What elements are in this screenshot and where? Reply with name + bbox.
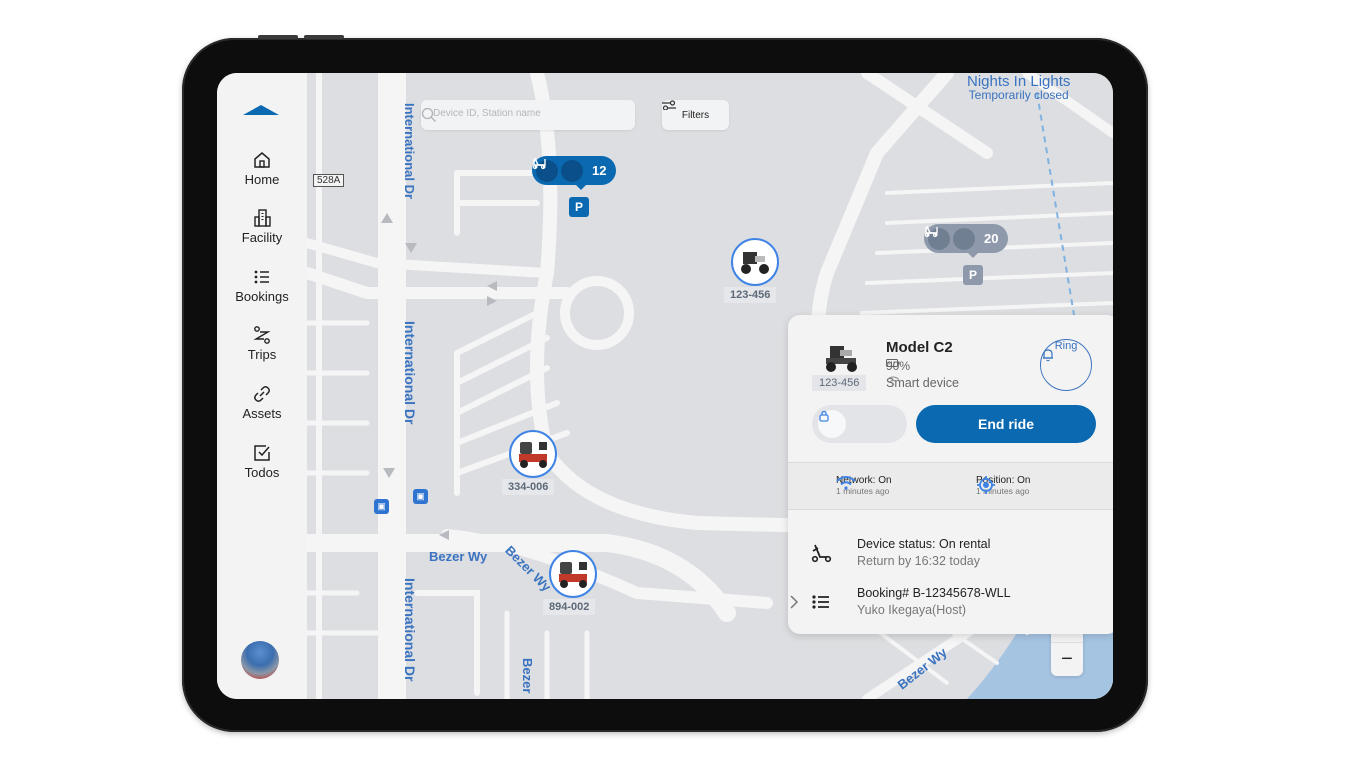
device-id-label: 894-002: [543, 599, 596, 615]
sidebar-item-label: Assets: [242, 406, 282, 421]
scooter-icon: [811, 544, 832, 563]
app-logo[interactable]: [243, 103, 279, 117]
connectivity-status: Network: On 1 minutes ago Position: On 1 m…: [788, 462, 1113, 510]
bell-icon: [1043, 349, 1053, 362]
sidebar-item-home[interactable]: Home: [217, 150, 307, 187]
mobility-scooter-icon: [925, 227, 975, 250]
station-cluster[interactable]: 12: [532, 156, 617, 190]
bus-stop-icon[interactable]: ▣: [374, 499, 389, 514]
filters-icon: [662, 100, 676, 110]
device-pin[interactable]: [549, 550, 597, 598]
sidebar-item-label: Todos: [244, 465, 280, 480]
list-icon: [812, 595, 829, 609]
road-label: Bezer: [520, 658, 535, 694]
poi-status: Temporarily closed: [968, 88, 1069, 102]
end-ride-button[interactable]: End ride: [916, 405, 1096, 443]
sidebar-item-facility[interactable]: Facility: [217, 208, 307, 245]
position-status: Position: On 1 minutes ago: [976, 475, 1030, 496]
device-pin[interactable]: [731, 238, 779, 286]
wifi-icon: [886, 376, 900, 386]
device-id-tag: 123-456: [812, 375, 867, 391]
link-icon: [254, 386, 270, 402]
road-label: Bezer Wy: [429, 549, 488, 564]
mobility-scooter-icon: [533, 159, 583, 182]
chevron-right-icon: [790, 595, 799, 609]
poi-label[interactable]: Nights In Lights Temporarily closed: [967, 73, 1070, 102]
search-bar[interactable]: [421, 100, 635, 130]
device-model: Model C2: [886, 339, 953, 356]
search-input[interactable]: [431, 107, 605, 120]
parking-icon[interactable]: P: [963, 265, 983, 285]
device-id-label: 123-456: [724, 287, 777, 303]
device-thumbnail: [826, 346, 857, 372]
device-status-subtitle: Return by 16:32 today: [857, 554, 980, 568]
route-icon: [253, 326, 271, 344]
filters-label: Filters: [681, 109, 710, 121]
cluster-count: 20: [984, 231, 999, 246]
bus-stop-icon[interactable]: ▣: [413, 489, 428, 504]
battery-status: 90%: [886, 359, 910, 373]
mobility-scooter-device-icon: [559, 562, 587, 588]
battery-icon: [886, 359, 900, 367]
ring-button[interactable]: Ring: [1040, 339, 1092, 391]
parking-icon[interactable]: P: [569, 197, 589, 217]
device-status-title: Device status: On rental: [857, 537, 991, 551]
road-label: International Dr: [402, 578, 418, 682]
volume-button: [304, 35, 344, 39]
station-cluster[interactable]: 20: [924, 224, 1009, 258]
app-screen: International Dr International Dr Intern…: [217, 73, 1113, 699]
lock-toggle[interactable]: [812, 405, 907, 443]
list-icon: [254, 270, 269, 284]
home-icon: [254, 152, 270, 168]
sidebar-item-todos[interactable]: Todos: [217, 443, 307, 480]
road-label: International Dr: [402, 321, 418, 425]
device-id-label: 334-006: [502, 479, 555, 495]
sidebar-item-trips[interactable]: Trips: [217, 325, 307, 362]
lock-icon: [818, 410, 846, 438]
user-avatar[interactable]: [241, 641, 279, 679]
device-detail-card: 123-456 Model C2 90% Smart device Ring E…: [788, 315, 1113, 634]
booking-title: Booking# B-12345678-WLL: [857, 586, 1011, 600]
zoom-out-button[interactable]: −: [1051, 643, 1083, 675]
sidebar-item-assets[interactable]: Assets: [217, 384, 307, 421]
network-status: Network: On 1 minutes ago: [836, 475, 892, 496]
wifi-icon: [836, 476, 856, 490]
sidebar-item-label: Home: [244, 172, 280, 187]
sidebar-item-bookings[interactable]: Bookings: [217, 267, 307, 304]
mobility-scooter-device-icon: [519, 442, 547, 468]
booking-row[interactable]: Booking# B-12345678-WLL Yuko Ikegaya(Hos…: [788, 582, 1113, 626]
checkbox-icon: [254, 445, 270, 461]
device-status-row: Device status: On rental Return by 16:32…: [788, 533, 1113, 577]
search-icon[interactable]: [421, 107, 437, 123]
map-view[interactable]: International Dr International Dr Intern…: [307, 73, 1113, 699]
sidebar-item-label: Trips: [247, 347, 277, 362]
sidebar: Home Facility Bookings Trips Assets Todo…: [217, 73, 307, 699]
volume-button: [258, 35, 298, 39]
device-type: Smart device: [886, 376, 959, 390]
device-pin[interactable]: [509, 430, 557, 478]
filters-button[interactable]: Filters: [662, 100, 729, 130]
road-label: International Dr: [402, 103, 417, 200]
sidebar-item-label: Bookings: [235, 289, 289, 304]
sidebar-item-label: Facility: [241, 230, 283, 245]
ring-label: Ring: [1054, 340, 1078, 352]
gps-icon: [977, 476, 995, 494]
booking-subtitle: Yuko Ikegaya(Host): [857, 603, 967, 617]
building-icon: [254, 209, 271, 227]
cluster-count: 12: [592, 163, 607, 178]
wheelchair-device-icon: [741, 252, 769, 274]
exit-sign: 528A: [313, 174, 345, 187]
